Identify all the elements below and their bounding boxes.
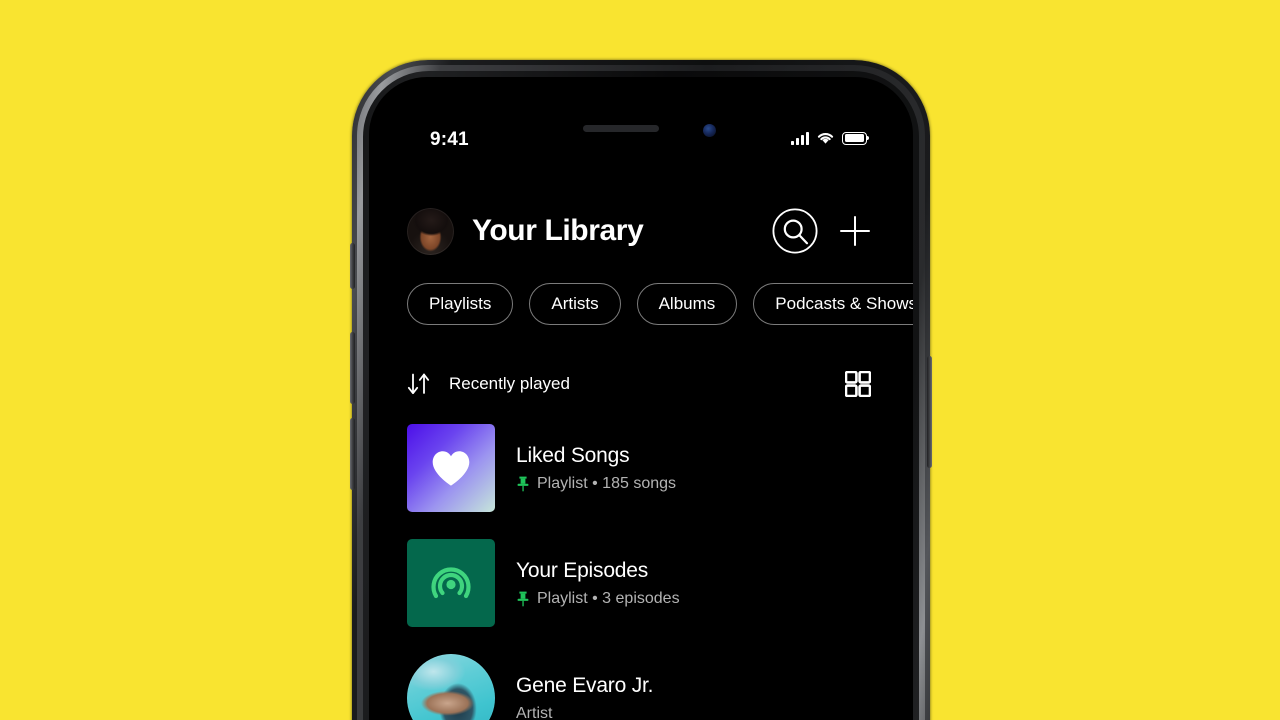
list-item-title: Gene Evaro Jr.	[516, 673, 654, 697]
profile-avatar[interactable]	[407, 207, 454, 255]
list-item-meta: Liked Songs Playlist • 185 songs	[516, 444, 676, 493]
liked-songs-thumbnail	[407, 424, 495, 512]
library-header: Your Library	[369, 173, 913, 255]
list-item-subtitle-row: Artist	[516, 705, 653, 720]
status-time: 9:41	[430, 129, 469, 150]
your-episodes-thumbnail	[407, 539, 495, 627]
list-item-subtitle-row: Playlist • 185 songs	[516, 475, 676, 493]
list-item[interactable]: Liked Songs Playlist • 185 songs	[369, 415, 913, 521]
list-item-subtitle-row: Playlist • 3 episodes	[516, 590, 680, 608]
library-list: Liked Songs Playlist • 185 songs Your Ep…	[369, 397, 913, 720]
search-button[interactable]	[771, 207, 819, 255]
podcast-icon	[431, 567, 471, 599]
artist-thumbnail	[407, 654, 495, 720]
plus-icon	[840, 216, 870, 246]
sort-control[interactable]: Recently played	[407, 373, 845, 395]
pin-icon	[517, 476, 529, 491]
volume-down-button[interactable]	[350, 418, 355, 490]
filter-chip-playlists[interactable]: Playlists	[407, 283, 514, 325]
list-item-meta: Your Episodes Playlist • 3 episodes	[516, 559, 680, 608]
header-actions	[771, 207, 871, 255]
status-bar: 9:41	[369, 129, 913, 157]
list-item-title: Your Episodes	[516, 558, 649, 582]
volume-up-button[interactable]	[350, 332, 355, 404]
list-item-meta: Gene Evaro Jr. Artist	[516, 674, 653, 720]
filter-chip-artists[interactable]: Artists	[529, 283, 621, 325]
status-icon-group	[791, 131, 870, 145]
filter-chip-podcasts-shows[interactable]: Podcasts & Shows	[753, 283, 913, 325]
search-icon	[772, 208, 818, 254]
list-item[interactable]: Gene Evaro Jr. Artist	[369, 645, 913, 720]
wifi-icon	[817, 133, 834, 144]
power-button[interactable]	[927, 356, 932, 468]
add-button[interactable]	[839, 215, 871, 247]
page-title: Your Library	[472, 214, 644, 247]
filter-chips-row[interactable]: Playlists Artists Albums Podcasts & Show…	[369, 255, 913, 325]
filter-chip-albums[interactable]: Albums	[636, 283, 738, 325]
list-item-subtitle: Playlist • 185 songs	[537, 474, 677, 492]
phone-screen: 9:41 Your Library Playlists Artists Albu…	[369, 77, 913, 720]
list-item-subtitle: Playlist • 3 episodes	[537, 589, 680, 607]
list-item[interactable]: Your Episodes Playlist • 3 episodes	[369, 530, 913, 636]
sort-row: Recently played	[369, 325, 913, 397]
sort-label: Recently played	[449, 374, 570, 393]
phone-device: 9:41 Your Library Playlists Artists Albu…	[350, 60, 932, 720]
battery-icon	[842, 131, 870, 145]
grid-view-icon	[845, 371, 871, 397]
heart-icon	[432, 451, 470, 486]
grid-view-toggle[interactable]	[845, 371, 871, 397]
sort-arrows-icon	[407, 373, 430, 395]
cellular-signal-icon	[791, 131, 809, 145]
list-item-subtitle: Artist	[516, 704, 553, 720]
pin-icon	[517, 591, 529, 606]
list-item-title: Liked Songs	[516, 443, 630, 467]
silent-switch-button[interactable]	[350, 243, 355, 289]
spotify-your-library-screen: Your Library Playlists Artists Albums Po…	[369, 173, 913, 720]
